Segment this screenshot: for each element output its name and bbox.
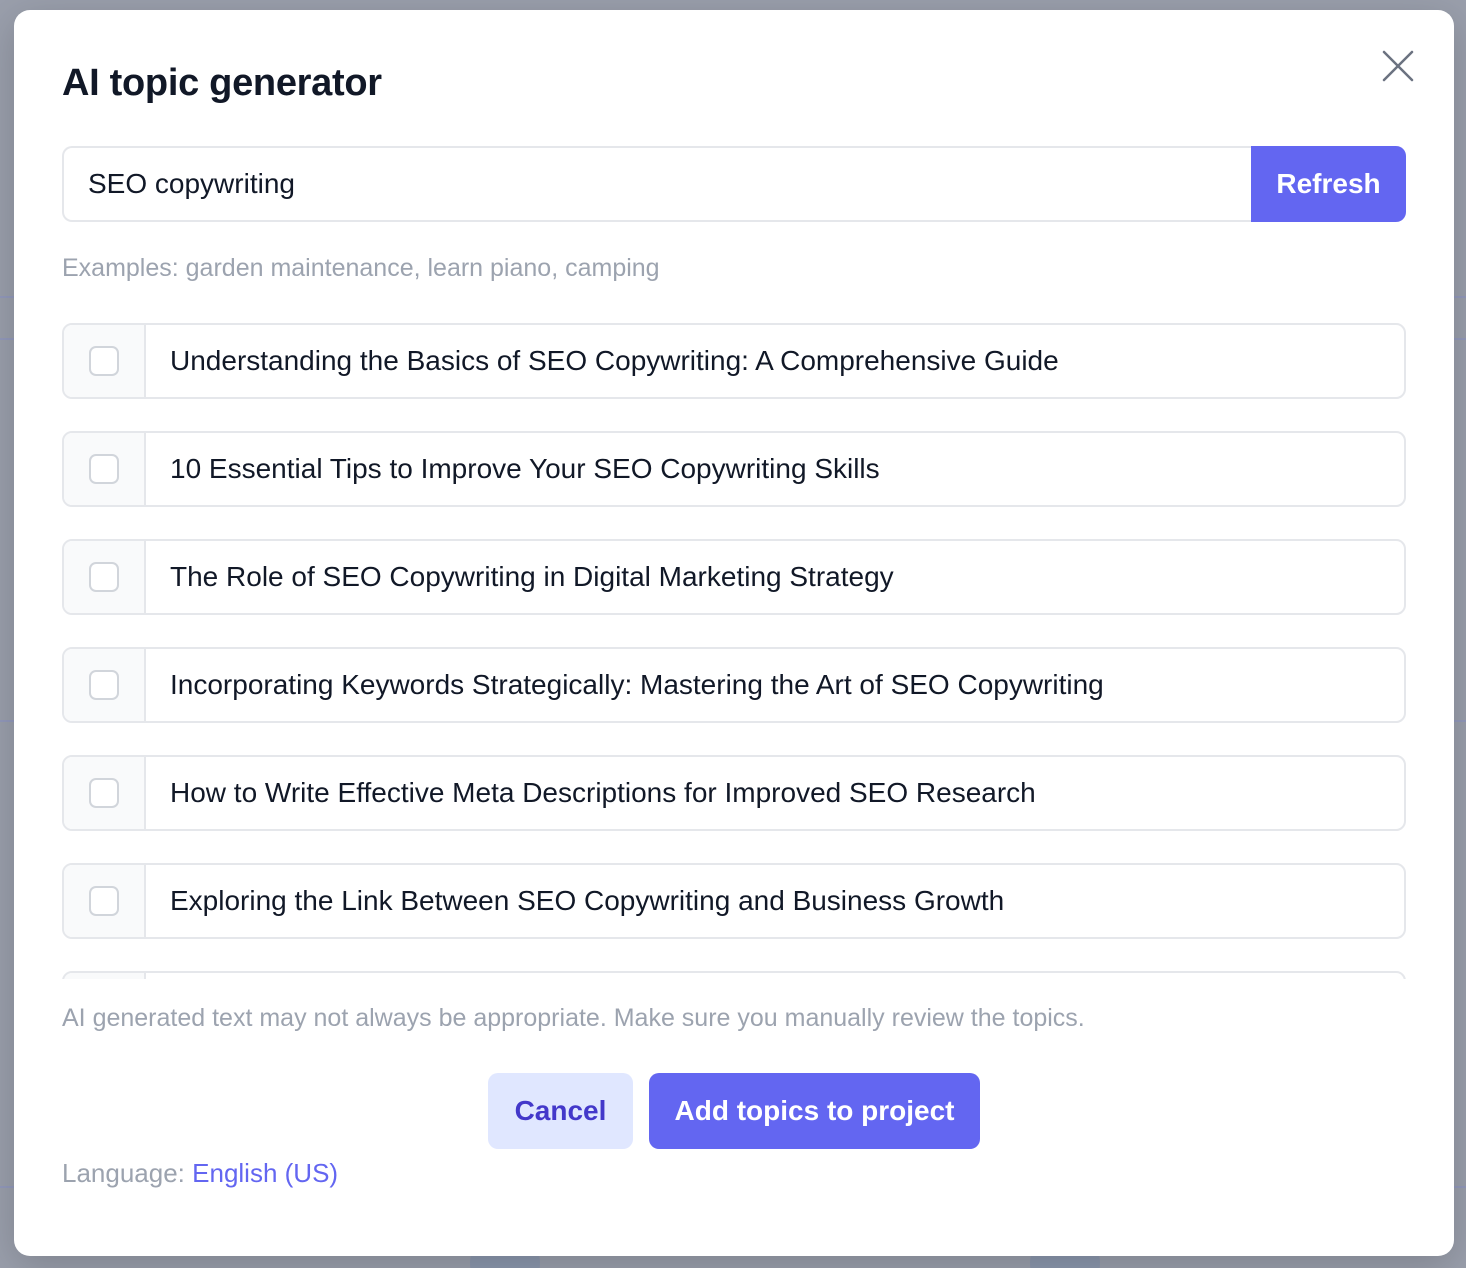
- topic-label: The Role of SEO Copywriting in Digital M…: [170, 561, 894, 592]
- topic-checkbox-cell: [64, 541, 146, 613]
- topic-label: How to Write Effective Meta Descriptions…: [170, 777, 1036, 808]
- add-topics-button[interactable]: Add topics to project: [649, 1073, 980, 1149]
- topic-list[interactable]: Understanding the Basics of SEO Copywrit…: [62, 323, 1406, 979]
- refresh-button[interactable]: Refresh: [1251, 146, 1406, 222]
- topic-checkbox[interactable]: [89, 778, 119, 808]
- dialog-title: AI topic generator: [62, 62, 382, 104]
- topic-search-input[interactable]: [62, 146, 1251, 222]
- topic-checkbox[interactable]: [89, 670, 119, 700]
- language-label: Language:: [62, 1158, 185, 1188]
- topic-item[interactable]: [62, 971, 1406, 979]
- topic-checkbox[interactable]: [89, 454, 119, 484]
- topic-item[interactable]: The Role of SEO Copywriting in Digital M…: [62, 539, 1406, 615]
- topic-item[interactable]: Exploring the Link Between SEO Copywriti…: [62, 863, 1406, 939]
- topic-item[interactable]: 10 Essential Tips to Improve Your SEO Co…: [62, 431, 1406, 507]
- topic-label: [146, 973, 170, 979]
- topic-checkbox-cell: [64, 757, 146, 829]
- topic-item[interactable]: How to Write Effective Meta Descriptions…: [62, 755, 1406, 831]
- topic-checkbox-cell: [64, 325, 146, 397]
- close-icon: [1382, 50, 1414, 82]
- ai-topic-generator-dialog: AI topic generator Refresh Examples: gar…: [14, 10, 1454, 1256]
- cancel-button[interactable]: Cancel: [488, 1073, 633, 1149]
- topic-label: Understanding the Basics of SEO Copywrit…: [170, 345, 1059, 376]
- topic-checkbox-cell: [64, 649, 146, 721]
- topic-checkbox-cell: [64, 865, 146, 937]
- topic-search-row: Refresh: [62, 146, 1406, 222]
- topic-label: Incorporating Keywords Strategically: Ma…: [170, 669, 1104, 700]
- ai-disclaimer: AI generated text may not always be appr…: [62, 1004, 1085, 1032]
- topic-checkbox-cell: [64, 433, 146, 505]
- topic-item[interactable]: Understanding the Basics of SEO Copywrit…: [62, 323, 1406, 399]
- language-setting: Language: English (US): [62, 1158, 338, 1189]
- topic-checkbox[interactable]: [89, 346, 119, 376]
- topic-checkbox[interactable]: [89, 886, 119, 916]
- language-link[interactable]: English (US): [192, 1158, 338, 1188]
- topic-label: Exploring the Link Between SEO Copywriti…: [170, 885, 1005, 916]
- topic-checkbox-cell: [64, 973, 146, 979]
- topic-checkbox[interactable]: [89, 562, 119, 592]
- close-button[interactable]: [1378, 46, 1418, 86]
- topic-item[interactable]: Incorporating Keywords Strategically: Ma…: [62, 647, 1406, 723]
- topic-label: 10 Essential Tips to Improve Your SEO Co…: [170, 453, 880, 484]
- examples-hint: Examples: garden maintenance, learn pian…: [62, 254, 660, 282]
